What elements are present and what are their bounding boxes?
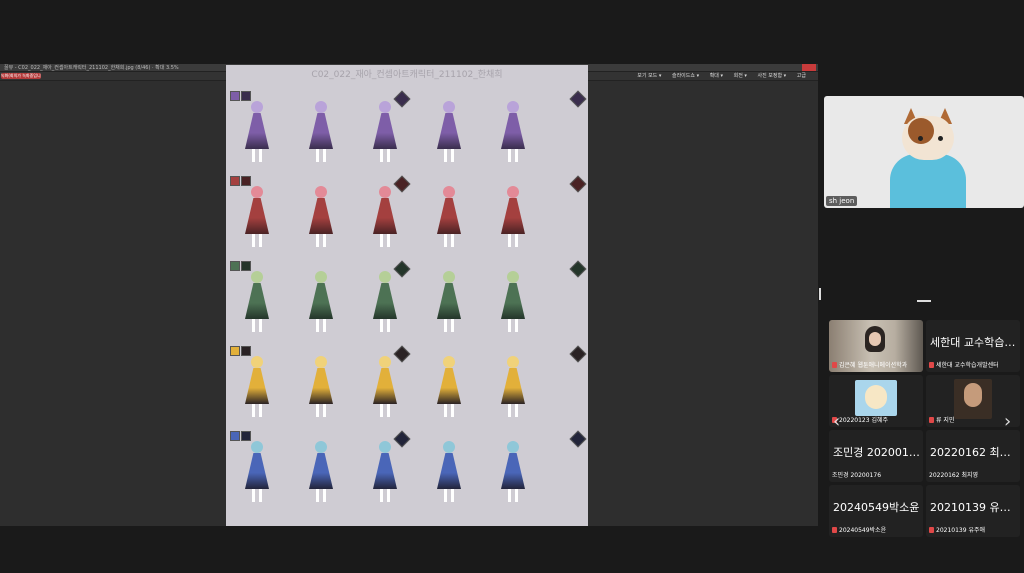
avatar-eye bbox=[918, 136, 923, 141]
character-figure bbox=[432, 271, 466, 333]
emblem-icon bbox=[569, 175, 587, 193]
mic-muted-icon bbox=[832, 361, 837, 368]
participant-label: 20210139 유주애 bbox=[929, 525, 985, 534]
character-figure bbox=[304, 186, 338, 248]
character-row-green bbox=[226, 257, 588, 335]
character-figure bbox=[240, 356, 274, 418]
viewer-window-title: 꿀뷰 - C02_022_재아_컨셉아트캐릭터_211102_한채희.jpg (… bbox=[4, 65, 179, 71]
character-figure bbox=[496, 186, 530, 248]
character-figure bbox=[496, 441, 530, 503]
participant-label: 20220162 최지영 bbox=[929, 472, 979, 479]
mic-muted-icon bbox=[832, 526, 837, 533]
participant-tile[interactable]: 20240549박소윤 20240549박소윤 bbox=[829, 485, 923, 537]
viewer-menu-item[interactable]: 슬라이드쇼 ▾ bbox=[672, 73, 699, 79]
character-figure bbox=[304, 356, 338, 418]
participant-tile[interactable]: 20220123 김혜주 bbox=[829, 375, 923, 427]
character-concept-sheet: C02_022_재아_컨셉아트캐릭터_211102_한채희 bbox=[226, 65, 588, 526]
mic-muted-icon bbox=[929, 361, 934, 368]
emblem-icon bbox=[569, 345, 587, 363]
rabbit-avatar-icon bbox=[865, 385, 887, 409]
emblem-icon bbox=[569, 90, 587, 108]
character-figure bbox=[432, 441, 466, 503]
viewer-menu-item[interactable]: 보기 모드 ▾ bbox=[637, 73, 661, 79]
participant-tile[interactable]: 김은혜 웹툰애니메이션학과 bbox=[829, 320, 923, 372]
participant-label: 조민경 20200176 bbox=[832, 472, 882, 479]
participant-label: 김은혜 웹툰애니메이션학과 bbox=[832, 360, 907, 369]
color-swatch bbox=[230, 346, 252, 356]
viewer-menu-item[interactable]: 고급 bbox=[797, 73, 806, 79]
character-figure bbox=[368, 186, 402, 248]
participant-label: 류 지민 bbox=[929, 415, 954, 424]
character-figure bbox=[496, 271, 530, 333]
participant-label: 20220123 김혜주 bbox=[832, 415, 888, 424]
character-row-purple bbox=[226, 87, 588, 165]
self-video-tile[interactable]: sh jeon bbox=[824, 96, 1024, 208]
character-figure bbox=[432, 101, 466, 163]
participant-face bbox=[964, 383, 982, 407]
character-figure bbox=[368, 271, 402, 333]
participant-face bbox=[869, 332, 881, 346]
color-swatch bbox=[230, 91, 252, 101]
participant-name: 20240549박소윤 bbox=[833, 501, 920, 514]
gallery-prev-arrow-icon[interactable]: ‹ bbox=[833, 413, 840, 431]
character-figure bbox=[432, 356, 466, 418]
character-figure bbox=[304, 271, 338, 333]
participant-gallery: 김은혜 웹툰애니메이션학과 세한대 교수학습개발센터 세한대 교수학습개발센터 … bbox=[829, 320, 1020, 537]
participant-name: 20220162 최지영 bbox=[930, 446, 1018, 459]
character-figure bbox=[368, 356, 402, 418]
character-row-blue bbox=[226, 427, 588, 505]
mic-muted-icon bbox=[929, 416, 934, 423]
character-figure bbox=[368, 441, 402, 503]
emblem-icon bbox=[569, 260, 587, 278]
self-name-label: sh jeon bbox=[826, 196, 858, 206]
viewer-menu-item[interactable]: 사진 보정함 ▾ bbox=[758, 73, 787, 79]
character-figure bbox=[304, 441, 338, 503]
character-figure bbox=[496, 356, 530, 418]
character-row-red bbox=[226, 172, 588, 250]
viewer-close-button[interactable] bbox=[802, 64, 816, 71]
color-swatch bbox=[230, 176, 252, 186]
recording-indicator[interactable]: 녹화(회의가 녹화중입니다) bbox=[1, 73, 41, 79]
character-figure bbox=[432, 186, 466, 248]
color-swatch bbox=[230, 431, 252, 441]
shared-screen: 꿀뷰 - C02_022_재아_컨셉아트캐릭터_211102_한채희.jpg (… bbox=[0, 64, 818, 526]
character-figure bbox=[240, 186, 274, 248]
character-figure bbox=[240, 271, 274, 333]
color-swatch bbox=[230, 261, 252, 271]
viewer-menu-item[interactable]: 확대 ▾ bbox=[710, 73, 723, 79]
emblem-icon bbox=[569, 430, 587, 448]
participant-tile[interactable]: 조민경 20200176 조민경 20200176 bbox=[829, 430, 923, 482]
gallery-next-arrow-icon[interactable]: › bbox=[1004, 413, 1011, 431]
participant-name: 조민경 20200176 bbox=[833, 446, 921, 459]
mic-muted-icon bbox=[929, 526, 934, 533]
character-figure bbox=[304, 101, 338, 163]
participant-tile[interactable]: 20210139 유주애 20210139 유주애 bbox=[926, 485, 1020, 537]
viewer-menu-item[interactable]: 회전 ▾ bbox=[734, 73, 747, 79]
avatar-eye bbox=[938, 136, 943, 141]
character-row-yellow bbox=[226, 342, 588, 420]
character-figure bbox=[240, 441, 274, 503]
zoom-meeting-window: 꿀뷰 - C02_022_재아_컨셉아트캐릭터_211102_한채희.jpg (… bbox=[0, 0, 1024, 573]
participant-label: 20240549박소윤 bbox=[832, 525, 886, 534]
panel-resize-handle[interactable] bbox=[819, 288, 821, 300]
character-figure bbox=[240, 101, 274, 163]
character-figure bbox=[368, 101, 402, 163]
participant-tile[interactable]: 20220162 최지영 20220162 최지영 bbox=[926, 430, 1020, 482]
participant-label: 세한대 교수학습개발센터 bbox=[929, 360, 999, 369]
gallery-drag-handle[interactable] bbox=[917, 300, 931, 302]
viewer-menu: 보기 모드 ▾ 슬라이드쇼 ▾ 확대 ▾ 회전 ▾ 사진 보정함 ▾ 고급 bbox=[628, 72, 806, 81]
participant-name: 세한대 교수학습개발센터 bbox=[930, 336, 1018, 349]
participant-name: 20210139 유주애 bbox=[930, 501, 1018, 514]
avatar-hoodie bbox=[890, 154, 966, 208]
character-figure bbox=[496, 101, 530, 163]
sheet-title: C02_022_재아_컨셉아트캐릭터_211102_한채희 bbox=[311, 70, 503, 80]
participant-tile[interactable]: 세한대 교수학습개발센터 세한대 교수학습개발센터 bbox=[926, 320, 1020, 372]
